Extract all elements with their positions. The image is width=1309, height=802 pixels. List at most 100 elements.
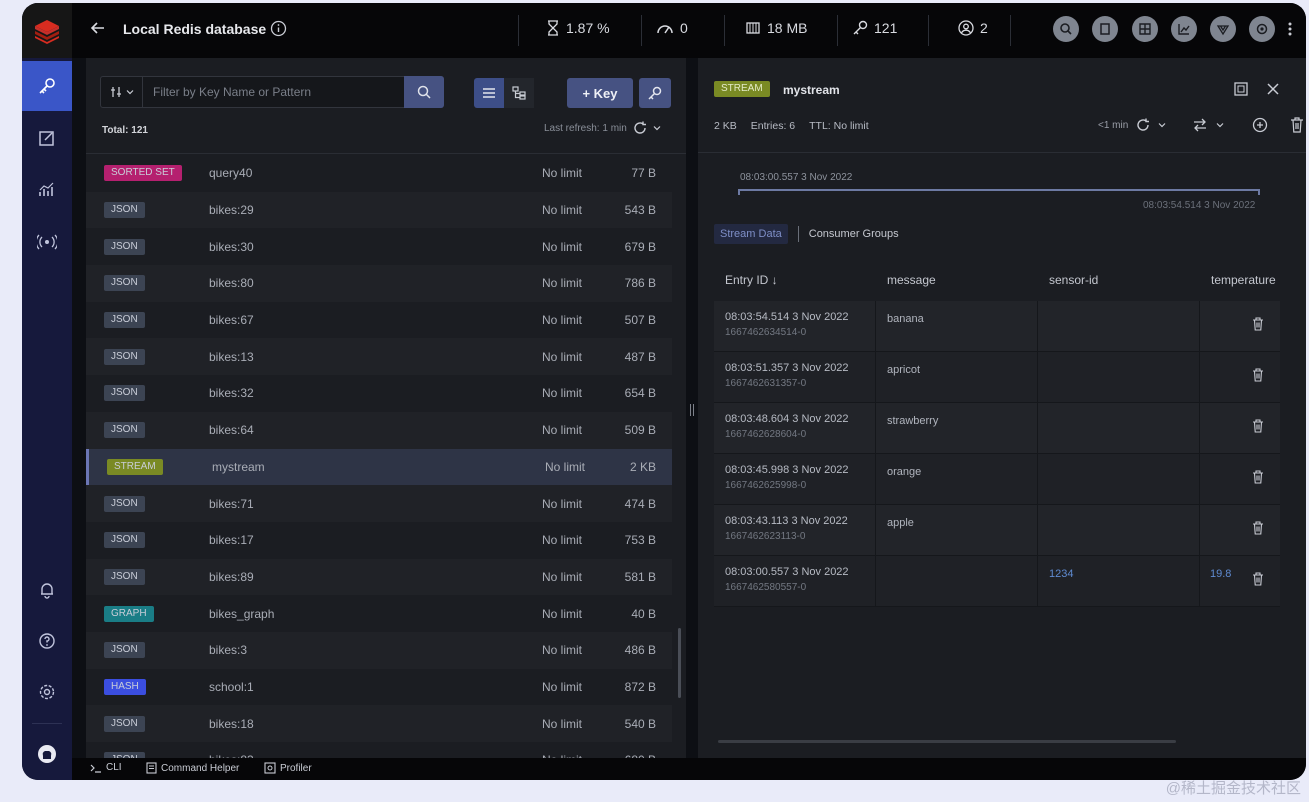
stream-entry-row: 08:03:43.113 3 Nov 2022 1667462623113-0 ap…	[714, 505, 1280, 556]
key-list-scrollbar[interactable]	[678, 628, 681, 698]
key-row[interactable]: JSON bikes:17 No limit 753 B	[86, 521, 672, 559]
key-filter-input[interactable]	[153, 82, 393, 102]
browser-key-icon[interactable]	[22, 61, 72, 111]
key-row[interactable]: JSON bikes:32 No limit 654 B	[86, 375, 672, 412]
key-row[interactable]: JSON bikes:64 No limit 509 B	[86, 411, 672, 449]
add-key-button[interactable]: + Key	[567, 78, 633, 108]
search-module-icon[interactable]	[1053, 16, 1079, 42]
key-size: 486 B	[624, 643, 656, 658]
bloom-module-icon[interactable]	[1210, 16, 1236, 42]
horizontal-scrollbar[interactable]	[718, 740, 1176, 743]
key-type-badge: JSON	[104, 642, 145, 659]
tab-consumer-groups[interactable]: Consumer Groups	[809, 228, 899, 240]
chevron-down-icon[interactable]	[1216, 121, 1224, 129]
fullscreen-icon[interactable]	[1233, 81, 1249, 97]
graph-module-icon[interactable]	[1132, 16, 1158, 42]
key-row[interactable]: JSON bikes:3 No limit 486 B	[86, 631, 672, 669]
database-title: Local Redis database	[123, 21, 267, 37]
bulk-actions-button[interactable]	[639, 78, 671, 108]
key-size: 509 B	[624, 423, 656, 438]
key-row[interactable]: JSON bikes:89 No limit 581 B	[86, 558, 672, 596]
terminal-icon	[90, 764, 101, 773]
key-size: 872 B	[624, 679, 656, 694]
tree-view-button[interactable]	[504, 78, 534, 108]
key-type-badge: JSON	[104, 275, 145, 292]
detail-refresh-text: <1 min	[1098, 119, 1129, 131]
swap-arrows-icon[interactable]	[1192, 118, 1208, 132]
key-row[interactable]: JSON bikes:13 No limit 487 B	[86, 338, 672, 376]
delete-entry-icon[interactable]	[1252, 572, 1264, 586]
column-header-temperature: temperature	[1211, 273, 1276, 287]
entry-message: orange	[887, 466, 922, 478]
close-icon[interactable]	[1265, 81, 1281, 97]
chevron-down-icon[interactable]	[653, 124, 661, 132]
more-options-icon[interactable]	[1288, 21, 1292, 37]
entry-timestamp: 08:03:00.557 3 Nov 2022	[725, 566, 849, 578]
key-row[interactable]: JSON bikes:67 No limit 507 B	[86, 301, 672, 339]
entry-temperature: 19.8	[1210, 568, 1232, 580]
search-button[interactable]	[404, 76, 444, 108]
key-row[interactable]: JSONbikes:83No limit680 B	[86, 742, 672, 758]
key-ttl: No limit	[545, 459, 586, 474]
key-ttl: No limit	[542, 166, 583, 181]
tab-stream-data[interactable]: Stream Data	[714, 224, 788, 244]
notification-bell-icon[interactable]	[22, 565, 72, 615]
timeseries-module-icon[interactable]	[1171, 16, 1197, 42]
list-icon	[483, 88, 495, 98]
key-ttl: No limit	[542, 239, 583, 254]
key-row[interactable]: GRAPH bikes_graph No limit 40 B	[86, 595, 672, 632]
column-header-entry-id[interactable]: Entry ID ↓	[725, 273, 778, 287]
add-entry-icon[interactable]	[1252, 117, 1268, 133]
key-name: school:1	[209, 679, 254, 694]
key-type-filter[interactable]	[101, 77, 143, 107]
range-slider[interactable]	[738, 189, 1260, 195]
list-view-button[interactable]	[474, 78, 504, 108]
json-module-icon[interactable]	[1092, 16, 1118, 42]
entry-message: banana	[887, 313, 924, 325]
entry-id: 1667462623113-0	[725, 531, 806, 542]
delete-entry-icon[interactable]	[1252, 419, 1264, 433]
key-row[interactable]: JSON bikes:30 No limit 679 B	[86, 228, 672, 266]
message-cell: orange	[876, 454, 1038, 505]
delete-entry-icon[interactable]	[1252, 317, 1264, 331]
chevron-down-icon[interactable]	[1158, 121, 1166, 129]
sensor-id-cell	[1038, 454, 1200, 505]
info-icon[interactable]	[270, 20, 287, 37]
key-size: 581 B	[624, 569, 656, 584]
settings-icon[interactable]	[22, 667, 72, 717]
key-name[interactable]: mystream	[783, 83, 840, 97]
key-details-panel: STREAM mystream 2 KB Entries: 6 TTL: No …	[698, 58, 1306, 758]
key-list: SORTED SET query40 No limit 77 B JSON bikes:2…	[86, 155, 672, 758]
workbench-icon[interactable]	[22, 113, 72, 163]
key-row[interactable]: STREAM mystream No limit 2 KB	[86, 448, 672, 486]
panel-resize-handle[interactable]	[686, 58, 698, 758]
help-icon[interactable]	[22, 616, 72, 666]
delete-entry-icon[interactable]	[1252, 521, 1264, 535]
profiler-button[interactable]: Profiler	[264, 762, 312, 774]
github-icon[interactable]	[22, 729, 72, 779]
key-row[interactable]: JSON bikes:80 No limit 786 B	[86, 265, 672, 302]
key-ttl: No limit	[542, 716, 583, 731]
key-row[interactable]: JSON bikes:29 No limit 543 B	[86, 191, 672, 229]
entry-id-cell: 08:03:48.604 3 Nov 2022 1667462628604-0	[714, 403, 876, 454]
key-row[interactable]: HASH school:1 No limit 872 B	[86, 668, 672, 706]
back-arrow-icon[interactable]	[90, 20, 106, 36]
delete-entry-icon[interactable]	[1252, 470, 1264, 484]
key-ttl[interactable]: TTL: No limit	[809, 120, 869, 132]
delete-entry-icon[interactable]	[1252, 368, 1264, 382]
sensor-id-cell	[1038, 352, 1200, 403]
analysis-icon[interactable]	[22, 165, 72, 215]
command-helper-button[interactable]: Command Helper	[146, 762, 239, 774]
pubsub-icon[interactable]	[22, 217, 72, 267]
refresh-icon[interactable]	[1136, 118, 1150, 132]
filter-bar	[100, 76, 444, 108]
key-row[interactable]: JSON bikes:18 No limit 540 B	[86, 705, 672, 742]
delete-key-icon[interactable]	[1290, 117, 1304, 133]
cli-button[interactable]: CLI	[90, 762, 122, 773]
key-ttl: No limit	[542, 569, 583, 584]
gears-module-icon[interactable]	[1249, 16, 1275, 42]
key-row[interactable]: JSON bikes:71 No limit 474 B	[86, 485, 672, 522]
key-row[interactable]: SORTED SET query40 No limit 77 B	[86, 155, 672, 192]
refresh-icon[interactable]	[633, 121, 647, 135]
redis-logo[interactable]	[22, 3, 72, 58]
